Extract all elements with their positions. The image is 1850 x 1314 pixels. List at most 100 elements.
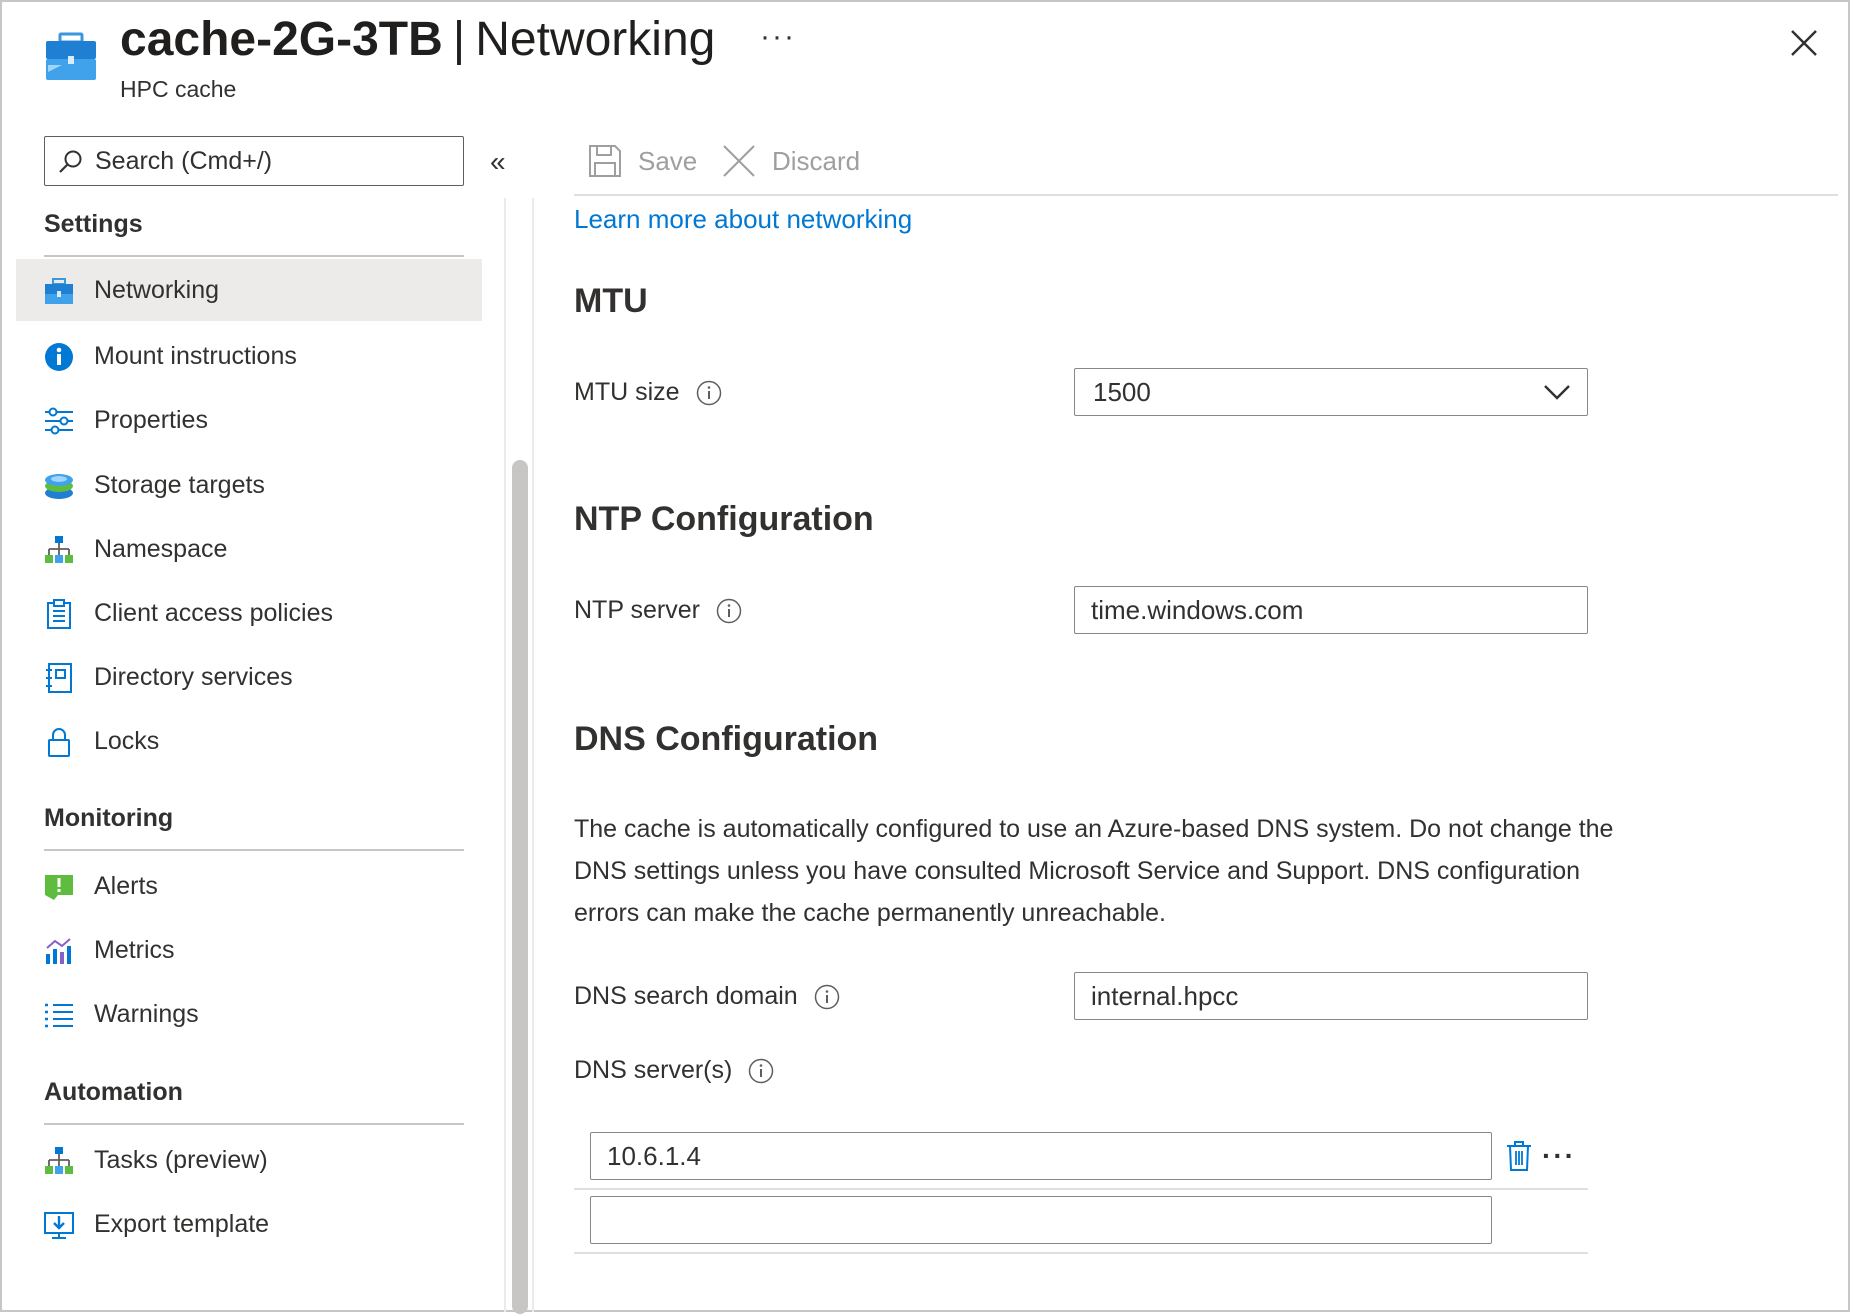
sidebar-item-networking[interactable]: Networking	[16, 259, 482, 321]
dns-servers-label: DNS server(s)	[574, 1056, 774, 1085]
row-divider	[574, 1188, 1588, 1190]
resource-name: cache-2G-3TB	[120, 13, 443, 66]
dns-search-domain-input[interactable]	[1075, 973, 1587, 1019]
info-icon[interactable]	[748, 1058, 774, 1084]
client-access-policies-icon	[44, 599, 74, 629]
sidebar-item-client-access-policies[interactable]: Client access policies	[16, 582, 482, 644]
sidebar-item-label: Namespace	[94, 535, 227, 564]
search-icon	[57, 149, 83, 175]
section-divider	[44, 849, 464, 851]
info-icon	[44, 342, 74, 372]
section-automation: Automation	[44, 1078, 183, 1107]
sidebar-item-label: Metrics	[94, 936, 175, 965]
info-icon[interactable]	[696, 380, 722, 406]
blade-frame: cache-2G-3TB|Networking ··· HPC cache « …	[0, 0, 1850, 1312]
sidebar-item-label: Mount instructions	[94, 342, 297, 371]
discard-label: Discard	[772, 146, 860, 177]
toolbar-divider	[574, 194, 1838, 196]
sidebar-item-namespace[interactable]: Namespace	[16, 518, 482, 580]
sidebar-item-tasks-preview[interactable]: Tasks (preview)	[16, 1129, 482, 1191]
dns-search-domain-label: DNS search domain	[574, 982, 840, 1011]
sidebar-item-export-template[interactable]: Export template	[16, 1193, 482, 1255]
sidebar-item-label: Alerts	[94, 872, 158, 901]
page-name: Networking	[475, 13, 715, 66]
discard-icon	[722, 144, 756, 178]
mtu-size-dropdown[interactable]: 1500	[1074, 368, 1588, 416]
dns-servers-label-text: DNS server(s)	[574, 1056, 732, 1085]
section-divider	[44, 255, 464, 257]
sidebar-item-label: Export template	[94, 1210, 269, 1239]
metrics-icon	[44, 936, 74, 966]
close-icon[interactable]	[1787, 26, 1821, 60]
ntp-heading: NTP Configuration	[574, 500, 874, 539]
dns-row-more-button[interactable]: ···	[1542, 1140, 1576, 1172]
more-options-button[interactable]: ···	[760, 20, 796, 54]
info-icon[interactable]	[814, 984, 840, 1010]
storage-targets-icon	[44, 471, 74, 501]
lock-icon	[44, 727, 74, 757]
section-settings: Settings	[44, 210, 143, 239]
title-separator: |	[443, 13, 475, 66]
sidebar-search[interactable]	[44, 136, 464, 186]
sidebar-item-label: Warnings	[94, 1000, 199, 1029]
discard-button[interactable]: Discard	[722, 140, 860, 182]
sidebar-item-metrics[interactable]: Metrics	[16, 919, 482, 981]
sidebar-item-label: Client access policies	[94, 599, 333, 628]
dns-server-input[interactable]	[591, 1133, 1491, 1179]
sidebar-item-label: Directory services	[94, 663, 293, 692]
sidebar-item-properties[interactable]: Properties	[16, 389, 482, 451]
sidebar-item-label: Storage targets	[94, 471, 265, 500]
save-label: Save	[638, 146, 697, 177]
dns-heading: DNS Configuration	[574, 720, 878, 759]
dns-server-input[interactable]	[591, 1197, 1491, 1243]
row-divider	[574, 1252, 1588, 1254]
ntp-server-label-text: NTP server	[574, 596, 700, 625]
sidebar-item-label: Properties	[94, 406, 208, 435]
chevron-down-icon	[1543, 383, 1571, 401]
networking-icon	[44, 276, 74, 306]
collapse-sidebar-button[interactable]: «	[490, 146, 506, 178]
section-monitoring: Monitoring	[44, 804, 173, 833]
ntp-server-field[interactable]	[1074, 586, 1588, 634]
ntp-server-input[interactable]	[1075, 587, 1587, 633]
mtu-size-label: MTU size	[574, 378, 722, 407]
resource-type-subtitle: HPC cache	[120, 76, 236, 103]
sidebar-item-alerts[interactable]: Alerts	[16, 855, 482, 917]
sidebar-item-label: Locks	[94, 727, 159, 756]
dns-search-domain-label-text: DNS search domain	[574, 982, 798, 1011]
hpc-cache-icon	[44, 32, 98, 82]
sidebar-divider	[504, 198, 506, 1312]
sidebar-item-locks[interactable]: Locks	[16, 710, 482, 772]
dns-server-field[interactable]	[590, 1132, 1492, 1180]
sidebar-item-label: Tasks (preview)	[94, 1146, 268, 1175]
search-input[interactable]	[93, 141, 453, 181]
mtu-heading: MTU	[574, 282, 648, 321]
trash-icon[interactable]	[1505, 1140, 1533, 1172]
sidebar-scrollbar[interactable]	[512, 460, 528, 1314]
dns-server-field-empty[interactable]	[590, 1196, 1492, 1244]
alerts-icon	[44, 872, 74, 902]
sidebar-item-label: Networking	[94, 276, 219, 305]
mtu-size-label-text: MTU size	[574, 378, 680, 407]
dns-search-domain-field[interactable]	[1074, 972, 1588, 1020]
sidebar-item-storage-targets[interactable]: Storage targets	[16, 454, 482, 516]
save-icon	[588, 144, 622, 178]
directory-services-icon	[44, 663, 74, 693]
info-icon[interactable]	[716, 598, 742, 624]
sidebar-item-directory-services[interactable]: Directory services	[16, 646, 482, 708]
sidebar-item-mount-instructions[interactable]: Mount instructions	[16, 325, 482, 387]
mtu-size-value: 1500	[1093, 377, 1151, 408]
tasks-icon	[44, 1146, 74, 1176]
ntp-server-label: NTP server	[574, 596, 742, 625]
learn-more-link[interactable]: Learn more about networking	[574, 204, 912, 235]
export-template-icon	[44, 1210, 74, 1240]
save-button[interactable]: Save	[588, 140, 697, 182]
dns-description: The cache is automatically configured to…	[574, 808, 1614, 934]
content-divider	[532, 198, 534, 1312]
sidebar-item-warnings[interactable]: Warnings	[16, 983, 482, 1045]
section-divider	[44, 1123, 464, 1125]
warnings-icon	[44, 1000, 74, 1030]
properties-icon	[44, 406, 74, 436]
page-title: cache-2G-3TB|Networking	[120, 12, 715, 67]
namespace-icon	[44, 535, 74, 565]
